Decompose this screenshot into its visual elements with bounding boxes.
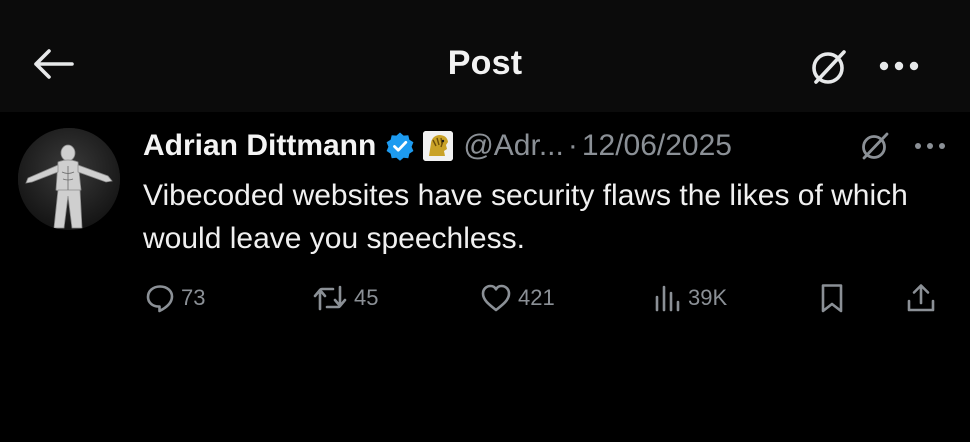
share-button[interactable] <box>905 276 937 320</box>
avatar[interactable] <box>18 128 120 230</box>
separator-dot: · <box>567 129 578 162</box>
tweet-grok-button[interactable] <box>855 128 895 164</box>
bookmark-button[interactable] <box>818 276 846 320</box>
grok-button[interactable] <box>806 44 852 90</box>
display-name[interactable]: Adrian Dittmann <box>143 129 376 163</box>
reply-icon <box>146 285 174 313</box>
tweet-header: Adrian Dittmann @Adr... · 12/06/2025 <box>143 126 732 166</box>
repost-button[interactable]: 45 <box>312 276 378 320</box>
reply-count: 73 <box>181 285 206 310</box>
verified-badge-icon <box>386 132 414 161</box>
repost-count: 45 <box>354 285 379 310</box>
more-horizontal-icon <box>915 143 945 149</box>
user-handle[interactable]: @Adr... <box>463 129 564 163</box>
tweet-more-options-button[interactable] <box>908 128 952 164</box>
more-options-button[interactable] <box>874 46 924 86</box>
grok-icon <box>812 50 846 84</box>
tweet-actions-bar: 73 45 421 39K <box>0 276 970 320</box>
repost-icon <box>313 285 347 311</box>
lion-affiliate-badge-icon[interactable] <box>423 131 454 161</box>
bookmark-icon <box>821 284 843 313</box>
like-count: 421 <box>518 285 555 310</box>
share-icon <box>907 284 935 312</box>
top-app-bar: Post <box>0 0 970 112</box>
tweet-text: Vibecoded websites have security flaws t… <box>143 179 908 255</box>
like-button[interactable]: 421 <box>480 276 555 320</box>
more-horizontal-icon <box>879 61 919 71</box>
view-count: 39K <box>688 285 728 310</box>
timestamp[interactable]: 12/06/2025 <box>582 129 732 163</box>
grok-icon <box>862 132 889 160</box>
views-button[interactable]: 39K <box>652 276 727 320</box>
reply-button[interactable]: 73 <box>145 276 205 320</box>
views-chart-icon <box>655 285 680 312</box>
heart-icon <box>481 284 511 312</box>
avatar-image <box>18 128 120 230</box>
